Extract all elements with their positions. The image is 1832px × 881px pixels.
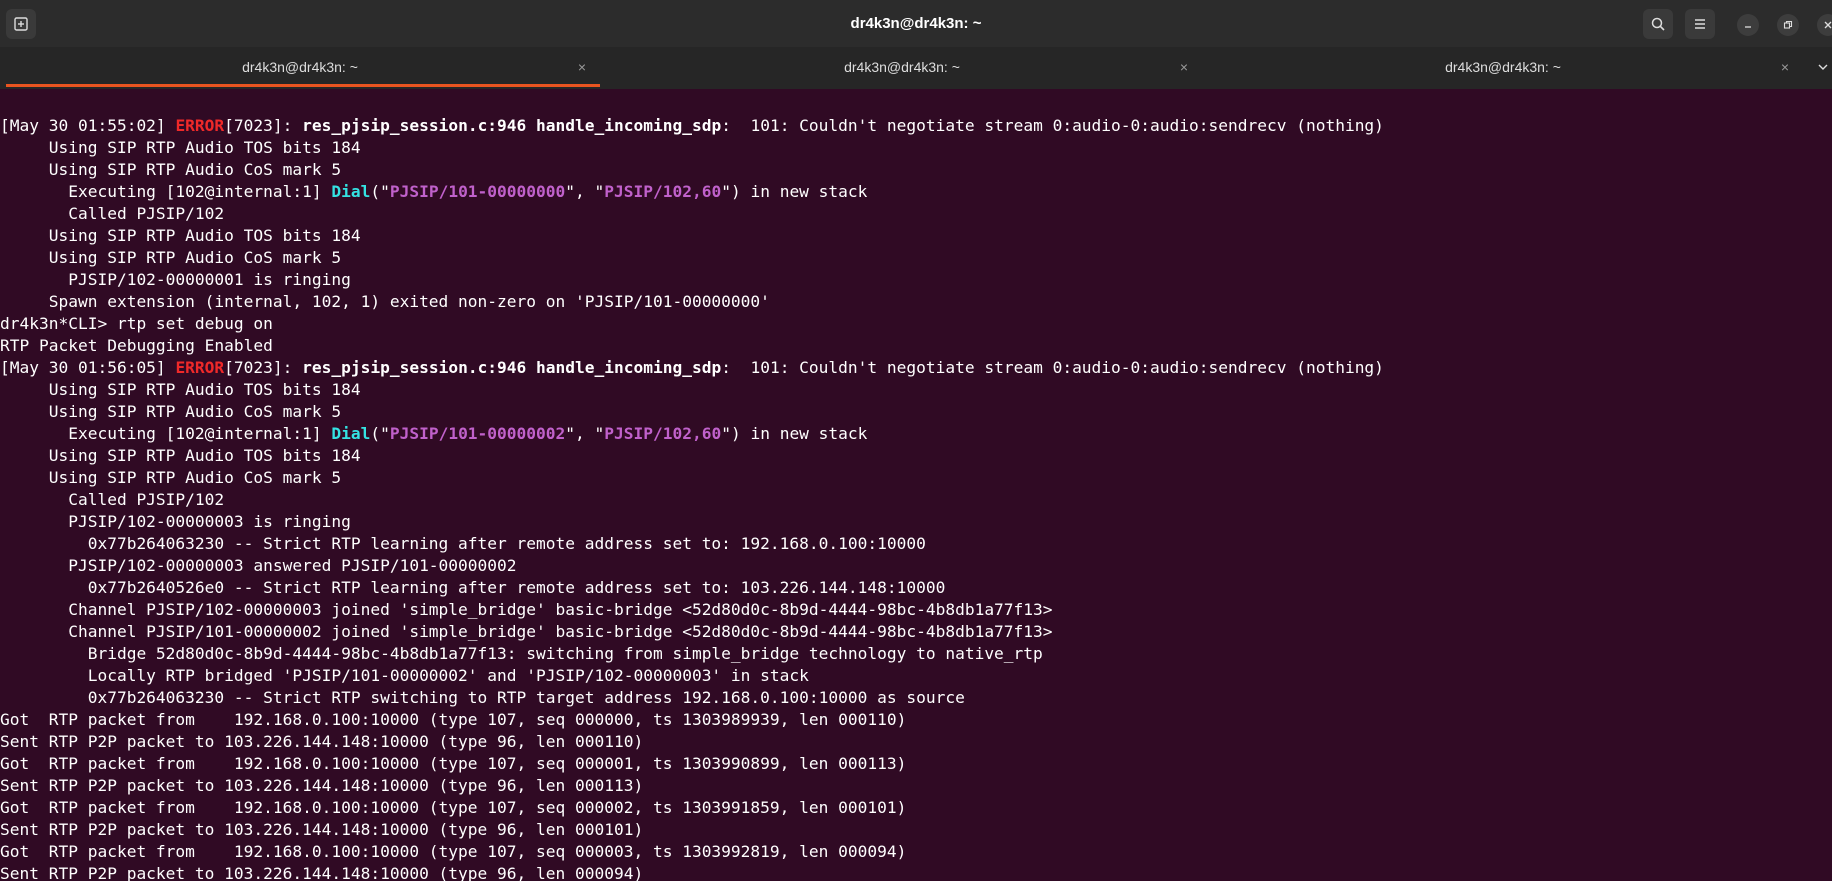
dial-app: Dial xyxy=(331,424,371,443)
dial-app: Dial xyxy=(331,182,371,201)
terminal-line: Sent RTP P2P packet to 103.226.144.148:1… xyxy=(0,776,644,795)
minimize-icon xyxy=(1745,26,1751,28)
close-button[interactable] xyxy=(1817,14,1832,36)
terminal-line: Sent RTP P2P packet to 103.226.144.148:1… xyxy=(0,732,644,751)
active-tab-indicator xyxy=(6,84,600,87)
terminal-line: Locally RTP bridged 'PJSIP/101-00000002'… xyxy=(0,666,809,685)
terminal-line: Got RTP packet from 192.168.0.100:10000 … xyxy=(0,710,907,729)
error-tag: ERROR xyxy=(175,116,225,135)
terminal-line: Got RTP packet from 192.168.0.100:10000 … xyxy=(0,798,907,817)
search-button[interactable] xyxy=(1643,9,1673,39)
terminal-line: Sent RTP P2P packet to 103.226.144.148:1… xyxy=(0,820,644,839)
terminal-line: Using SIP RTP Audio CoS mark 5 xyxy=(0,402,342,421)
terminal-line: [May 30 01:56:05] ERROR[7023]: res_pjsip… xyxy=(0,358,1384,377)
terminal-line: 0x77b2640526e0 -- Strict RTP learning af… xyxy=(0,578,946,597)
tab-close-button[interactable]: × xyxy=(1180,47,1188,87)
terminal-line: Executing [102@internal:1] Dial("PJSIP/1… xyxy=(0,182,868,201)
maximize-button[interactable] xyxy=(1777,14,1799,36)
tab-1[interactable]: dr4k3n@dr4k3n: ~ × xyxy=(0,47,600,89)
terminal-line: 0x77b264063230 -- Strict RTP switching t… xyxy=(0,688,965,707)
tab-overflow-button[interactable] xyxy=(1817,47,1832,87)
terminal-line: Got RTP packet from 192.168.0.100:10000 … xyxy=(0,842,907,861)
title-bar: dr4k3n@dr4k3n: ~ xyxy=(0,0,1832,47)
search-icon xyxy=(1651,17,1665,31)
error-tag: ERROR xyxy=(175,358,225,377)
tab-2[interactable]: dr4k3n@dr4k3n: ~ × xyxy=(602,47,1202,89)
minimize-button[interactable] xyxy=(1737,14,1759,36)
terminal-line: PJSIP/102-00000003 answered PJSIP/101-00… xyxy=(0,556,517,575)
terminal-line: Using SIP RTP Audio TOS bits 184 xyxy=(0,138,361,157)
terminal-line: Called PJSIP/102 xyxy=(0,204,225,223)
terminal-line: Using SIP RTP Audio TOS bits 184 xyxy=(0,446,361,465)
tab-close-button[interactable]: × xyxy=(578,47,586,87)
terminal-line: PJSIP/102-00000001 is ringing xyxy=(0,270,351,289)
terminal-line: Using SIP RTP Audio TOS bits 184 xyxy=(0,226,361,245)
terminal-line: PJSIP/102-00000003 is ringing xyxy=(0,512,351,531)
terminal-line: Using SIP RTP Audio CoS mark 5 xyxy=(0,248,342,267)
terminal-line: Got RTP packet from 192.168.0.100:10000 … xyxy=(0,754,907,773)
terminal-line: Spawn extension (internal, 102, 1) exite… xyxy=(0,292,770,311)
terminal-line: 0x77b264063230 -- Strict RTP learning af… xyxy=(0,534,926,553)
chevron-down-icon xyxy=(1818,64,1828,70)
menu-button[interactable] xyxy=(1685,9,1715,39)
terminal-line: Using SIP RTP Audio CoS mark 5 xyxy=(0,468,342,487)
terminal-output[interactable]: [May 30 01:55:02] ERROR[7023]: res_pjsip… xyxy=(0,89,1832,881)
terminal-line: Bridge 52d80d0c-8b9d-4444-98bc-4b8db1a77… xyxy=(0,644,1043,663)
terminal-line: Channel PJSIP/101-00000002 joined 'simpl… xyxy=(0,622,1053,641)
hamburger-menu-icon xyxy=(1695,19,1705,29)
terminal-line: Sent RTP P2P packet to 103.226.144.148:1… xyxy=(0,864,644,881)
restore-icon xyxy=(1783,20,1793,29)
close-icon xyxy=(1824,21,1832,29)
tab-label: dr4k3n@dr4k3n: ~ xyxy=(844,59,960,75)
terminal-line: RTP Packet Debugging Enabled xyxy=(0,336,273,355)
terminal-line: Executing [102@internal:1] Dial("PJSIP/1… xyxy=(0,424,868,443)
tab-close-button[interactable]: × xyxy=(1781,47,1789,87)
terminal-line: Called PJSIP/102 xyxy=(0,490,225,509)
terminal-line: Using SIP RTP Audio TOS bits 184 xyxy=(0,380,361,399)
terminal-line: [May 30 01:55:02] ERROR[7023]: res_pjsip… xyxy=(0,116,1384,135)
terminal-line: Using SIP RTP Audio CoS mark 5 xyxy=(0,160,342,179)
tab-label: dr4k3n@dr4k3n: ~ xyxy=(242,59,358,75)
cli-prompt-line: dr4k3n*CLI> rtp set debug on xyxy=(0,314,273,333)
terminal-line: Channel PJSIP/102-00000003 joined 'simpl… xyxy=(0,600,1053,619)
tab-bar: dr4k3n@dr4k3n: ~ × dr4k3n@dr4k3n: ~ × dr… xyxy=(0,47,1832,89)
tab-3[interactable]: dr4k3n@dr4k3n: ~ × xyxy=(1203,47,1803,89)
tab-label: dr4k3n@dr4k3n: ~ xyxy=(1445,59,1561,75)
window-title: dr4k3n@dr4k3n: ~ xyxy=(850,15,982,32)
